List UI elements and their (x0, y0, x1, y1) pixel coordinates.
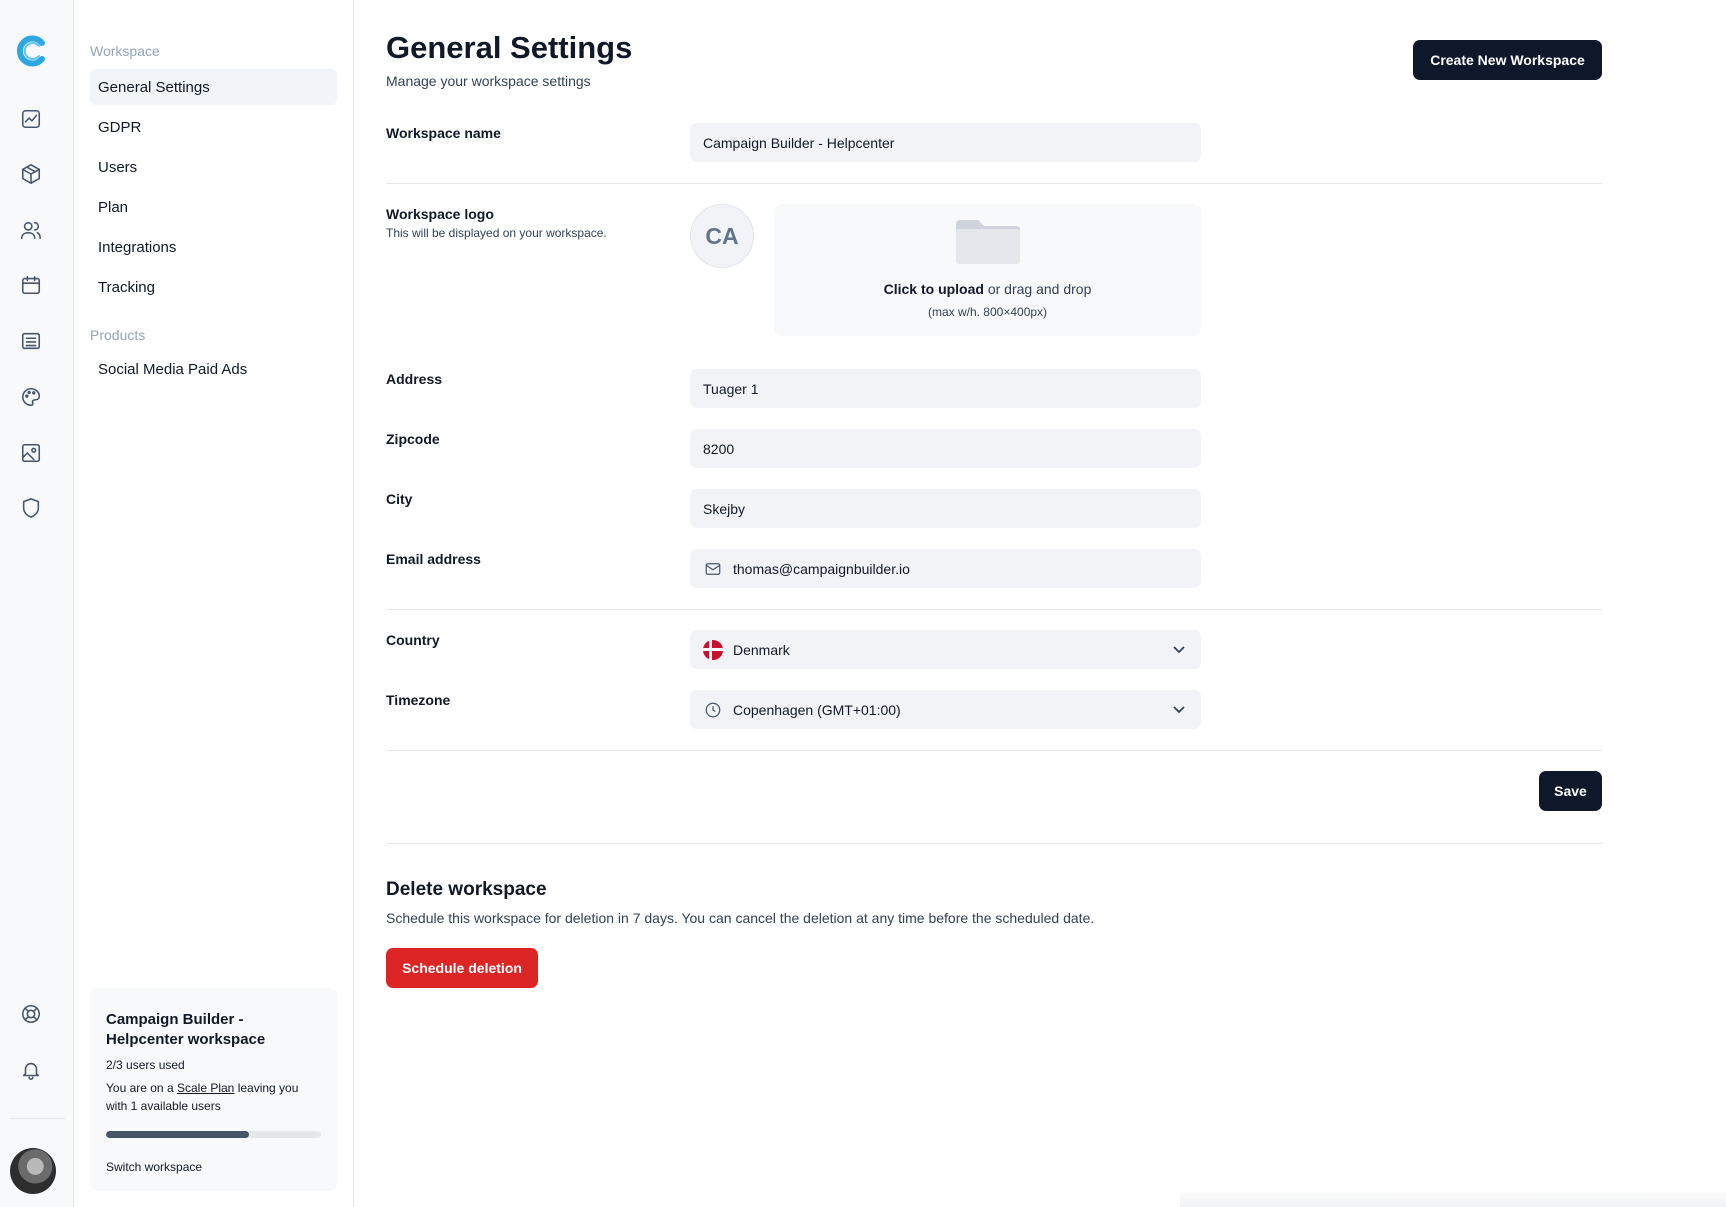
bottom-shadow (1180, 1190, 1726, 1207)
palette-icon[interactable] (19, 385, 43, 409)
email-value: thomas@campaignbuilder.io (733, 560, 910, 577)
email-label: Email address (386, 551, 481, 567)
click-to-upload-link[interactable]: Click to upload (884, 281, 984, 297)
workspace-card-title: Campaign Builder - Helpcenter workspace (106, 1011, 266, 1048)
image-icon[interactable] (19, 441, 43, 465)
dashboard-icon[interactable] (19, 107, 43, 131)
app-logo-icon[interactable] (15, 35, 47, 67)
section-divider (386, 843, 1602, 844)
chevron-down-icon (1171, 641, 1187, 657)
city-value: Skejby (703, 500, 746, 517)
zipcode-label: Zipcode (386, 431, 440, 447)
sidebar-item-tracking[interactable]: Tracking (90, 269, 337, 305)
city-label: City (386, 491, 413, 507)
sidebar-item-social-media-paid-ads[interactable]: Social Media Paid Ads (90, 351, 337, 387)
icon-rail (0, 0, 74, 1207)
switch-workspace-link[interactable]: Switch workspace (106, 1160, 321, 1174)
workspace-logo-placeholder: CA (690, 204, 754, 268)
timezone-value: Copenhagen (GMT+01:00) (733, 701, 901, 718)
scale-plan-link[interactable]: Scale Plan (177, 1081, 234, 1095)
shield-icon[interactable] (19, 496, 43, 520)
sidebar-item-plan[interactable]: Plan (90, 189, 337, 225)
section-divider (386, 183, 1602, 184)
delete-workspace-title: Delete workspace (386, 879, 547, 900)
zipcode-value: 8200 (703, 440, 735, 457)
workspace-logo-help: This will be displayed on your workspace… (386, 226, 607, 240)
avatar[interactable] (10, 1148, 56, 1194)
upload-size-hint: (max w/h. 800×400px) (927, 305, 1048, 319)
mail-icon (703, 559, 723, 579)
upload-instructions: Click to upload or drag and drop (774, 281, 1201, 297)
sidebar-item-general-settings[interactable]: General Settings (90, 69, 337, 105)
country-value: Denmark (733, 641, 790, 658)
help-lifebuoy-icon[interactable] (19, 1002, 43, 1026)
chevron-down-icon (1171, 701, 1187, 717)
workspace-card: Campaign Builder - Helpcenter workspace … (90, 988, 337, 1191)
country-label: Country (386, 632, 440, 648)
delete-workspace-description: Schedule this workspace for deletion in … (386, 910, 1095, 926)
plan-desc-prefix: You are on a (106, 1081, 174, 1095)
address-value: Tuager 1 (703, 380, 759, 397)
denmark-flag-icon (703, 639, 723, 660)
section-divider (386, 609, 1602, 610)
rail-divider (9, 1118, 65, 1119)
email-field[interactable]: thomas@campaignbuilder.io (690, 549, 1201, 588)
zipcode-input[interactable]: 8200 (690, 429, 1201, 468)
users-usage-bar (106, 1131, 321, 1138)
list-icon[interactable] (19, 329, 43, 353)
country-select[interactable]: Denmark (690, 630, 1201, 669)
sidebar-item-users[interactable]: Users (90, 149, 337, 185)
timezone-select[interactable]: Copenhagen (GMT+01:00) (690, 690, 1201, 729)
drag-drop-text: or drag and drop (987, 281, 1092, 297)
workspace-name-input[interactable]: Campaign Builder - Helpcenter (690, 123, 1201, 162)
page-subtitle: Manage your workspace settings (386, 73, 591, 89)
address-input[interactable]: Tuager 1 (690, 369, 1201, 408)
city-input[interactable]: Skejby (690, 489, 1201, 528)
create-new-workspace-button[interactable]: Create New Workspace (1413, 40, 1602, 80)
page-title: General Settings (386, 30, 633, 65)
sidebar-item-gdpr[interactable]: GDPR (90, 109, 337, 145)
sidebar-section-products: Products (90, 327, 146, 343)
workspace-logo-label: Workspace logo (386, 206, 494, 222)
address-label: Address (386, 371, 443, 387)
bell-icon[interactable] (19, 1058, 43, 1082)
workspace-plan-description: You are on a Scale Plan leaving you with… (106, 1079, 321, 1115)
schedule-deletion-button[interactable]: Schedule deletion (386, 948, 538, 988)
section-divider (386, 750, 1602, 751)
users-usage-fill (106, 1131, 250, 1138)
workspace-users-used: 2/3 users used (106, 1058, 185, 1072)
sidebar-section-workspace: Workspace (90, 43, 160, 59)
workspace-name-label: Workspace name (386, 125, 501, 141)
calendar-icon[interactable] (19, 273, 43, 297)
clock-icon (703, 700, 723, 720)
logo-upload-dropzone[interactable]: Click to upload or drag and drop (max w/… (774, 204, 1201, 336)
sidebar-item-integrations[interactable]: Integrations (90, 229, 337, 265)
workspace-name-value: Campaign Builder - Helpcenter (703, 134, 895, 151)
settings-sidebar: Workspace General Settings GDPR Users Pl… (74, 0, 354, 1207)
folder-icon (954, 218, 1022, 266)
save-button[interactable]: Save (1539, 771, 1602, 811)
users-icon[interactable] (19, 218, 43, 242)
box-icon[interactable] (19, 162, 43, 186)
timezone-label: Timezone (386, 692, 451, 708)
